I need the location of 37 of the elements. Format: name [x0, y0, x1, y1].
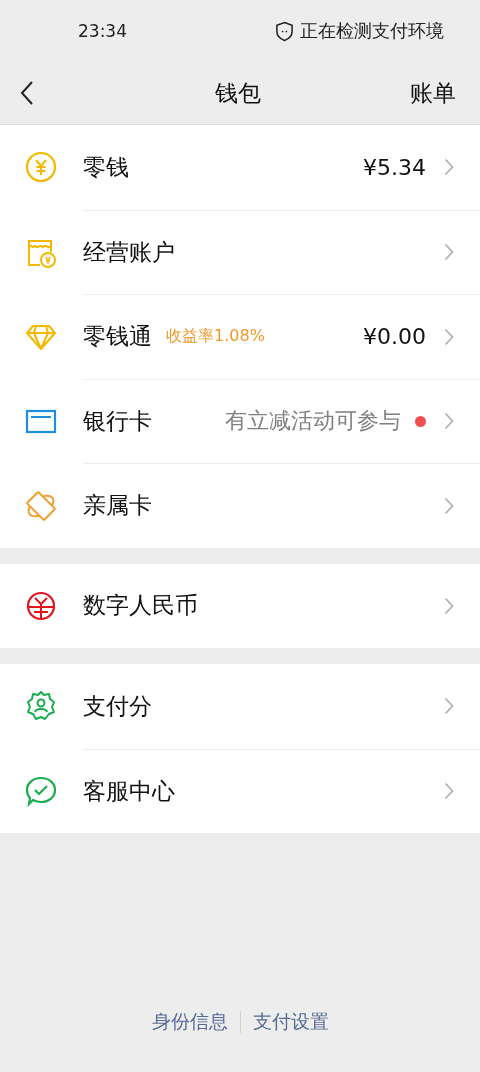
footer-link[interactable]: 支付设置 — [240, 1009, 341, 1035]
wallet-item[interactable]: 亲属卡 — [0, 463, 480, 548]
chevron-icon — [444, 697, 454, 716]
page-title: 钱包 — [215, 78, 261, 108]
security-status-text: 正在检测支付环境 — [300, 19, 444, 43]
bill-link[interactable]: 账单 — [410, 77, 456, 109]
balance-value: ¥5.34 — [363, 154, 426, 180]
wallet-item[interactable]: 支付分 — [0, 664, 480, 749]
chevron-icon — [444, 496, 454, 515]
status-time: 23:34 — [78, 21, 127, 41]
item-label: 零钱 — [83, 152, 129, 182]
chevron-icon — [444, 782, 454, 801]
item-label: 数字人民币 — [83, 591, 198, 621]
wallet-item[interactable]: 零钱通 收益率1.08% ¥0.00 — [0, 294, 480, 379]
wallet-item[interactable]: 银行卡 有立减活动可参与 — [0, 378, 480, 463]
chevron-icon — [444, 412, 454, 431]
wallet-item[interactable]: 数字人民币 — [0, 563, 480, 648]
back-button[interactable] — [20, 80, 34, 106]
chevron-icon — [444, 243, 454, 262]
wallet-item[interactable]: 客服中心 — [0, 748, 480, 833]
chevron-icon — [444, 327, 454, 346]
rate-text: 收益率1.08% — [166, 326, 265, 348]
footer-link[interactable]: 身份信息 — [139, 1009, 240, 1035]
yen-coin-icon — [24, 150, 58, 185]
chevron-icon — [444, 158, 454, 177]
item-label: 亲属卡 — [83, 491, 152, 521]
chevron-icon — [444, 596, 454, 615]
shield-icon — [275, 20, 294, 42]
item-label: 客服中心 — [83, 776, 175, 806]
wallet-item[interactable]: 零钱 ¥5.34 — [0, 125, 480, 210]
item-label: 零钱通 — [83, 322, 152, 352]
item-label: 支付分 — [83, 691, 152, 721]
item-label: 银行卡 — [83, 406, 152, 436]
item-label: 经营账户 — [83, 237, 175, 267]
balance-value: ¥0.00 — [363, 324, 426, 350]
promo-hint: 有立减活动可参与 — [225, 407, 401, 436]
wallet-item[interactable]: 经营账户 — [0, 209, 480, 294]
